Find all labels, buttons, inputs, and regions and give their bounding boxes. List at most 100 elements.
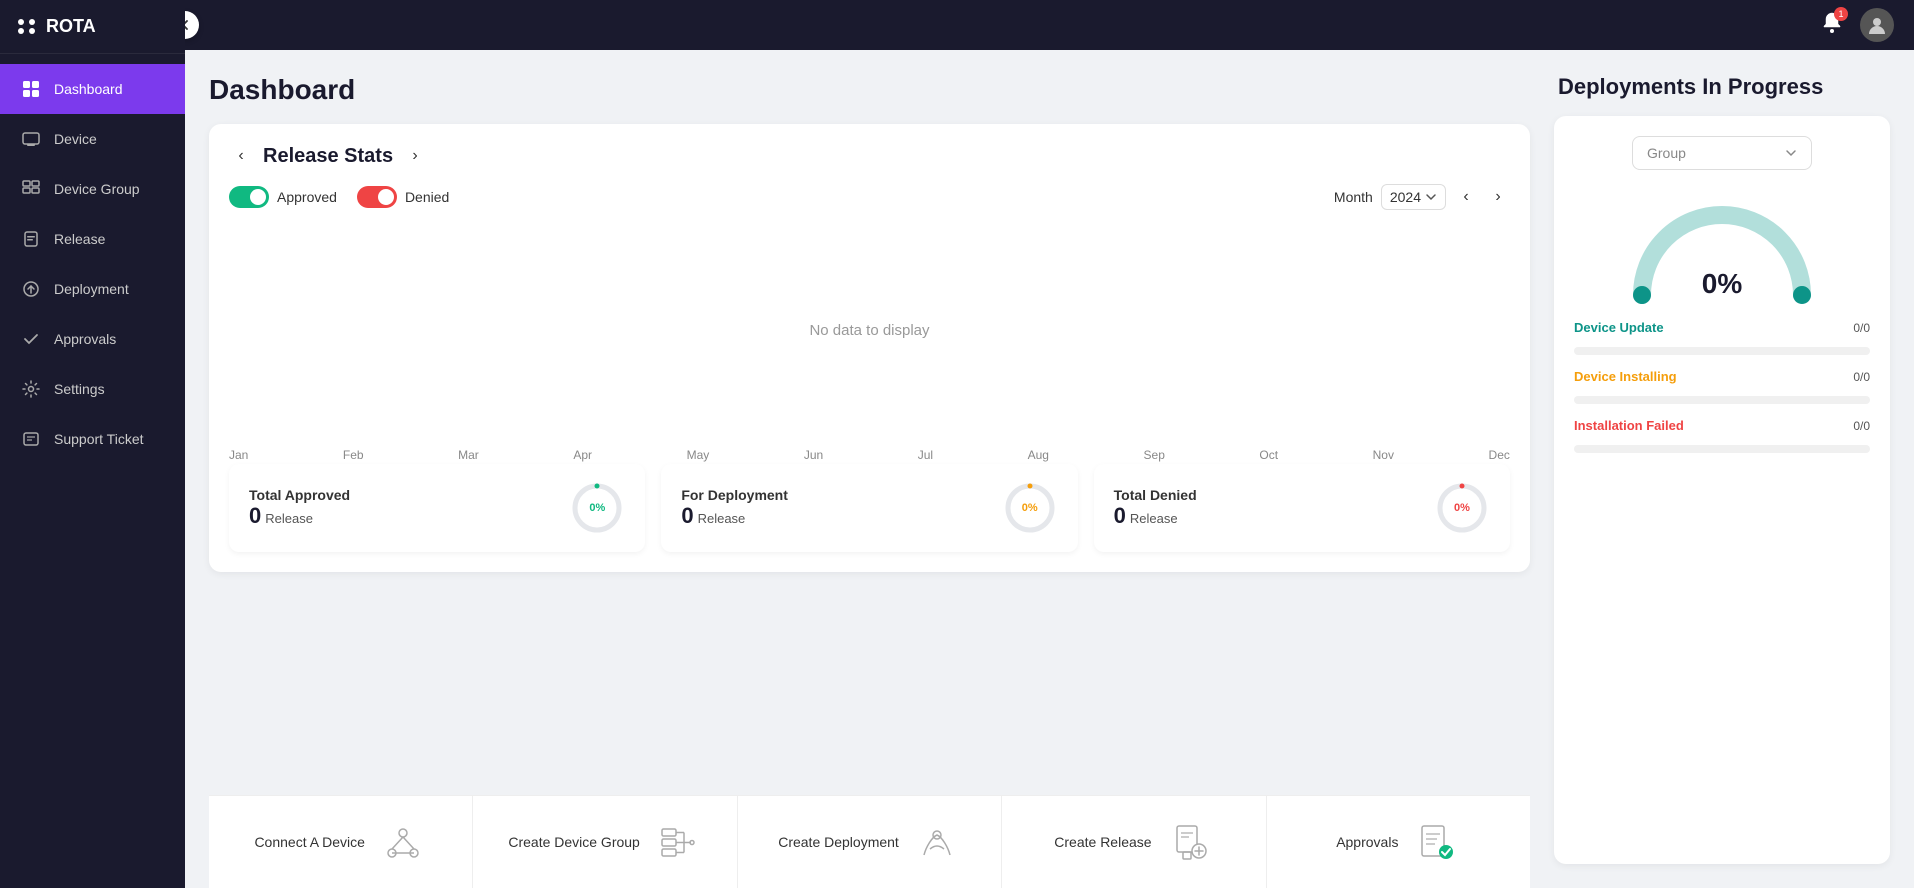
- device-installing-bar-bg: [1574, 396, 1870, 404]
- group-select[interactable]: Group: [1632, 136, 1812, 170]
- sidebar-item-support-ticket-label: Support Ticket: [54, 431, 144, 447]
- device-installing-label: Device Installing: [1574, 369, 1677, 384]
- sidebar: ROTA Dashboard Device: [0, 0, 185, 888]
- create-device-group-icon: [654, 818, 702, 866]
- chart-next-button[interactable]: ›: [1486, 185, 1510, 209]
- device-update-progress: Device Update 0/0: [1574, 320, 1870, 355]
- approvals-icon: [1412, 818, 1460, 866]
- chart-xaxis: Jan Feb Mar Apr May Jun Jul Aug Sep Oct …: [229, 440, 1510, 462]
- sidebar-item-deployment[interactable]: Deployment: [0, 264, 185, 314]
- denied-label: Denied: [405, 189, 449, 205]
- deployment-icon: [20, 278, 42, 300]
- device-installing-count: 0/0: [1853, 370, 1870, 384]
- month-feb: Feb: [343, 448, 364, 462]
- device-update-count: 0/0: [1853, 321, 1870, 335]
- device-update-bar-bg: [1574, 347, 1870, 355]
- total-denied-donut: 0%: [1434, 480, 1490, 536]
- connect-device-label: Connect A Device: [254, 834, 365, 850]
- device-icon: [20, 128, 42, 150]
- month-jan: Jan: [229, 448, 248, 462]
- create-deployment-card[interactable]: Create Deployment: [738, 796, 1002, 888]
- total-approved-percent: 0%: [589, 502, 605, 514]
- sidebar-item-device-label: Device: [54, 131, 97, 147]
- connect-device-card[interactable]: Connect A Device: [209, 796, 473, 888]
- user-avatar[interactable]: [1860, 8, 1894, 42]
- release-icon: [20, 228, 42, 250]
- total-approved-count: 0: [249, 503, 261, 529]
- action-bar: Connect A Device Create Device Gr: [209, 795, 1530, 888]
- total-denied-percent: 0%: [1454, 502, 1470, 514]
- installation-failed-progress: Installation Failed 0/0: [1574, 418, 1870, 453]
- date-controls: Month 2024 ‹ ›: [1334, 184, 1510, 210]
- year-select[interactable]: 2024: [1381, 184, 1446, 210]
- sidebar-item-approvals-label: Approvals: [54, 331, 116, 347]
- month-nov: Nov: [1373, 448, 1394, 462]
- approved-toggle-switch[interactable]: [229, 186, 269, 208]
- sidebar-item-settings[interactable]: Settings: [0, 364, 185, 414]
- create-device-group-label: Create Device Group: [508, 834, 640, 850]
- approvals-card[interactable]: Approvals: [1267, 796, 1530, 888]
- sidebar-item-approvals[interactable]: Approvals: [0, 314, 185, 364]
- month-jul: Jul: [918, 448, 933, 462]
- device-group-icon: [20, 178, 42, 200]
- progress-section: Device Update 0/0 Device Installing 0/0: [1574, 320, 1870, 453]
- release-stats-card: ‹ Release Stats › Approved: [209, 124, 1530, 572]
- stats-card-header: ‹ Release Stats ›: [229, 144, 1510, 168]
- approved-toggle[interactable]: Approved: [229, 186, 337, 208]
- create-release-card[interactable]: Create Release: [1002, 796, 1266, 888]
- stats-title: Release Stats: [263, 145, 393, 168]
- total-denied-count: 0: [1114, 503, 1126, 529]
- installation-failed-label: Installation Failed: [1574, 418, 1684, 433]
- device-installing-progress: Device Installing 0/0: [1574, 369, 1870, 404]
- create-device-group-card[interactable]: Create Device Group: [473, 796, 737, 888]
- month-apr: Apr: [573, 448, 592, 462]
- sidebar-item-dashboard[interactable]: Dashboard: [0, 64, 185, 114]
- month-aug: Aug: [1028, 448, 1049, 462]
- month-may: May: [687, 448, 710, 462]
- installation-failed-count: 0/0: [1853, 419, 1870, 433]
- sidebar-nav: Dashboard Device Device Group: [0, 54, 185, 888]
- create-deployment-label: Create Deployment: [778, 834, 899, 850]
- left-panel: Dashboard ‹ Release Stats › Approved: [185, 50, 1554, 888]
- collapse-sidebar-button[interactable]: [185, 11, 199, 39]
- for-deployment-percent: 0%: [1022, 502, 1038, 514]
- stat-box-total-approved: Total Approved 0 Release 0%: [229, 464, 645, 552]
- approvals-icon: [20, 328, 42, 350]
- for-deployment-label: For Deployment: [681, 487, 788, 503]
- create-release-label: Create Release: [1054, 834, 1151, 850]
- device-update-label: Device Update: [1574, 320, 1664, 335]
- month-dec: Dec: [1489, 448, 1510, 462]
- chart-area: No data to display: [229, 220, 1510, 440]
- total-denied-sub: Release: [1130, 511, 1178, 526]
- stats-next-button[interactable]: ›: [403, 144, 427, 168]
- sidebar-item-release-label: Release: [54, 231, 105, 247]
- month-sep: Sep: [1144, 448, 1165, 462]
- content-area: Dashboard ‹ Release Stats › Approved: [185, 50, 1914, 888]
- denied-toggle[interactable]: Denied: [357, 186, 449, 208]
- sidebar-item-dashboard-label: Dashboard: [54, 81, 123, 97]
- settings-icon: [20, 378, 42, 400]
- create-release-icon: [1166, 818, 1214, 866]
- total-approved-label: Total Approved: [249, 487, 350, 503]
- notification-button[interactable]: 1: [1820, 11, 1844, 40]
- month-label: Month: [1334, 189, 1373, 205]
- stat-box-for-deployment: For Deployment 0 Release 0%: [661, 464, 1077, 552]
- topbar: 1: [185, 0, 1914, 50]
- stat-box-total-denied: Total Denied 0 Release 0%: [1094, 464, 1510, 552]
- group-placeholder: Group: [1647, 145, 1686, 161]
- app-logo: ROTA: [0, 0, 185, 54]
- right-panel: Deployments In Progress Group 0%: [1554, 50, 1914, 888]
- gauge-percent: 0%: [1702, 268, 1742, 300]
- total-denied-label: Total Denied: [1114, 487, 1197, 503]
- for-deployment-sub: Release: [698, 511, 746, 526]
- deployments-title: Deployments In Progress: [1554, 74, 1890, 100]
- chart-prev-button[interactable]: ‹: [1454, 185, 1478, 209]
- sidebar-item-release[interactable]: Release: [0, 214, 185, 264]
- sidebar-item-device-group-label: Device Group: [54, 181, 140, 197]
- denied-toggle-switch[interactable]: [357, 186, 397, 208]
- sidebar-item-device[interactable]: Device: [0, 114, 185, 164]
- support-ticket-icon: [20, 428, 42, 450]
- sidebar-item-device-group[interactable]: Device Group: [0, 164, 185, 214]
- sidebar-item-support-ticket[interactable]: Support Ticket: [0, 414, 185, 464]
- stats-prev-button[interactable]: ‹: [229, 144, 253, 168]
